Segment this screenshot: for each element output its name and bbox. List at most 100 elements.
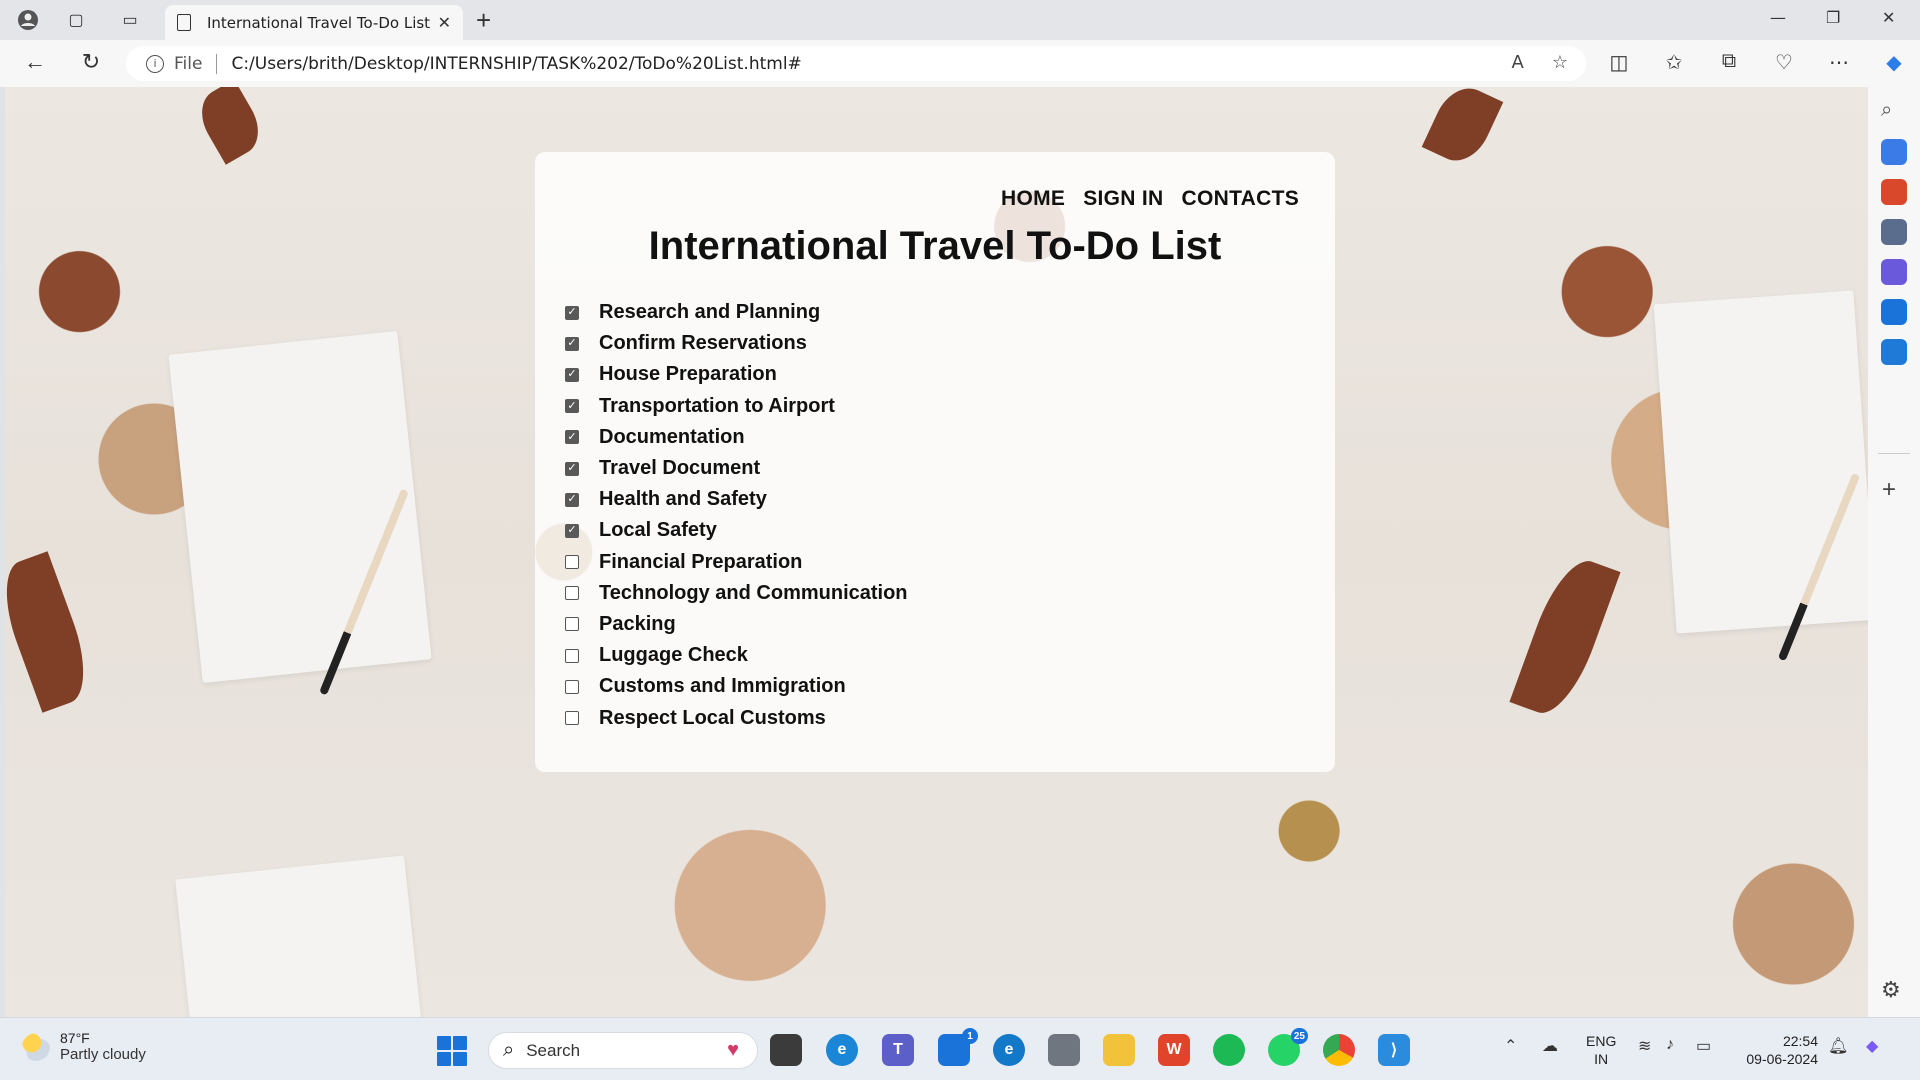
todo-item[interactable]: Packing (565, 609, 908, 640)
edge-dev-icon[interactable]: e (993, 1034, 1025, 1066)
search-icon[interactable]: ⌕ (1881, 99, 1907, 125)
todo-item[interactable]: ✓ House Preparation (565, 359, 908, 390)
photos-icon[interactable] (1048, 1034, 1080, 1066)
checkbox-checked[interactable]: ✓ (565, 523, 579, 538)
checkbox-checked[interactable]: ✓ (565, 492, 579, 507)
notifications-icon[interactable]: 🔔︎ (1828, 1036, 1848, 1056)
nav-home-link[interactable]: HOME (1001, 187, 1065, 211)
outlook-icon[interactable] (1881, 299, 1907, 325)
microsoft-store-icon[interactable]: 1 (938, 1028, 978, 1066)
checkbox-checked[interactable]: ✓ (565, 336, 579, 351)
whatsapp-icon[interactable]: 25 (1268, 1028, 1308, 1066)
read-aloud-icon[interactable]: A (1512, 52, 1524, 73)
todo-label: Transportation to Airport (599, 394, 835, 417)
close-tab-icon[interactable]: ✕ (438, 13, 451, 33)
active-tab[interactable]: International Travel To-Do List ✕ (165, 5, 463, 40)
todo-item[interactable]: Customs and Immigration (565, 671, 908, 702)
nav-sign-in-link[interactable]: SIGN IN (1083, 187, 1163, 211)
edge-icon[interactable]: e (826, 1034, 858, 1066)
todo-item[interactable]: ✓ Documentation (565, 422, 908, 453)
profile-icon[interactable] (14, 6, 42, 34)
wps-office-icon[interactable]: W (1158, 1034, 1190, 1066)
teams-icon[interactable]: T (882, 1034, 914, 1066)
file-explorer-icon[interactable] (1103, 1034, 1135, 1066)
workspaces-icon[interactable]: ▢ (62, 6, 90, 34)
volume-icon[interactable]: ♪ (1666, 1036, 1674, 1054)
tools-icon[interactable] (1881, 179, 1907, 205)
split-screen-icon[interactable]: ◫ (1605, 50, 1633, 75)
wifi-icon[interactable]: ≋ (1638, 1036, 1651, 1056)
copilot-taskbar-icon[interactable]: ◆ (1866, 1036, 1878, 1056)
region-code: IN (1594, 1051, 1609, 1067)
todo-label: Luggage Check (599, 644, 748, 667)
games-icon[interactable] (1881, 219, 1907, 245)
favorites-icon[interactable]: ✩ (1660, 50, 1688, 75)
checkbox-unchecked[interactable] (565, 679, 579, 694)
todo-item[interactable]: ✓ Confirm Reservations (565, 328, 908, 359)
background-notebook (175, 855, 425, 1017)
todo-label: Travel Document (599, 457, 761, 480)
todo-item[interactable]: ✓ Transportation to Airport (565, 391, 908, 422)
spotify-icon[interactable] (1213, 1034, 1245, 1066)
todo-item[interactable]: Luggage Check (565, 640, 908, 671)
battery-icon[interactable]: ▭ (1696, 1036, 1711, 1056)
todo-item[interactable]: ✓ Health and Safety (565, 484, 908, 515)
drop-icon[interactable] (1881, 339, 1907, 365)
minimize-icon[interactable]: — (1770, 8, 1786, 27)
checkbox-unchecked[interactable] (565, 586, 579, 601)
settings-icon[interactable]: ⚙ (1881, 977, 1901, 1003)
back-icon[interactable]: ← (20, 49, 50, 75)
edge-sidebar: ⌕ + ⚙ (1868, 87, 1920, 1017)
todo-item[interactable]: Financial Preparation (565, 547, 908, 578)
checkbox-unchecked[interactable] (565, 648, 579, 663)
clock-date: 09-06-2024 (1746, 1051, 1818, 1067)
checkbox-checked[interactable]: ✓ (565, 399, 579, 414)
collections-icon[interactable]: ⧉ (1715, 50, 1743, 73)
checkbox-checked[interactable]: ✓ (565, 430, 579, 445)
taskbar-search-placeholder: Search (526, 1040, 581, 1060)
weather-widget[interactable]: 87°F Partly cloudy (22, 1030, 146, 1063)
favorite-star-icon[interactable]: ☆ (1552, 52, 1568, 73)
copilot-icon[interactable]: ◆ (1880, 50, 1908, 75)
checkbox-checked[interactable]: ✓ (565, 367, 579, 382)
todo-item[interactable]: ✓ Travel Document (565, 453, 908, 484)
taskbar-search[interactable]: ⌕ Search ♥ (488, 1032, 758, 1069)
onedrive-icon[interactable]: ☁ (1542, 1036, 1558, 1056)
browser-essentials-icon[interactable]: ♡ (1770, 50, 1798, 75)
todo-item[interactable]: Respect Local Customs (565, 702, 908, 733)
system-clock[interactable]: 22:54 09-06-2024 (1738, 1032, 1818, 1068)
todo-item[interactable]: Technology and Communication (565, 578, 908, 609)
checkbox-unchecked[interactable] (565, 617, 579, 632)
page-viewport: HOME SIGN IN CONTACTS International Trav… (5, 87, 1868, 1017)
checkbox-unchecked[interactable] (565, 555, 579, 570)
todo-label: Local Safety (599, 519, 717, 542)
language-indicator[interactable]: ENG IN (1586, 1032, 1616, 1068)
address-url[interactable]: C:/Users/brith/Desktop/INTERNSHIP/TASK%2… (231, 54, 801, 74)
microsoft-365-icon[interactable] (1881, 259, 1907, 285)
checkbox-checked[interactable]: ✓ (565, 305, 579, 320)
add-icon[interactable]: + (1882, 476, 1896, 504)
checkbox-unchecked[interactable] (565, 711, 579, 726)
close-window-icon[interactable]: ✕ (1882, 8, 1895, 27)
more-options-icon[interactable]: ⋯ (1825, 50, 1853, 75)
show-hidden-icons[interactable]: ⌃ (1504, 1036, 1517, 1056)
checkbox-checked[interactable]: ✓ (565, 461, 579, 476)
shopping-icon[interactable] (1881, 139, 1907, 165)
new-tab-icon[interactable]: + (476, 6, 491, 34)
search-highlight-icon: ♥ (727, 1039, 739, 1061)
vertical-tabs-icon[interactable]: ▭ (116, 6, 144, 34)
address-bar[interactable]: i File C:/Users/brith/Desktop/INTERNSHIP… (126, 46, 1586, 81)
todo-item[interactable]: ✓ Research and Planning (565, 297, 908, 328)
task-view-icon[interactable] (770, 1034, 802, 1066)
nav-contacts-link[interactable]: CONTACTS (1182, 187, 1300, 211)
background-notebook (168, 330, 432, 684)
todo-item[interactable]: ✓ Local Safety (565, 515, 908, 546)
info-icon[interactable]: i (146, 54, 164, 73)
restore-icon[interactable]: ❐ (1826, 8, 1840, 27)
chrome-icon[interactable] (1323, 1034, 1355, 1066)
start-button[interactable] (437, 1036, 467, 1066)
file-label: File (174, 53, 203, 74)
vscode-icon[interactable]: ⟩ (1378, 1034, 1410, 1066)
refresh-icon[interactable]: ↻ (76, 49, 106, 75)
taskbar: 87°F Partly cloudy ⌕ Search ♥ e T 1 e W … (0, 1017, 1920, 1080)
